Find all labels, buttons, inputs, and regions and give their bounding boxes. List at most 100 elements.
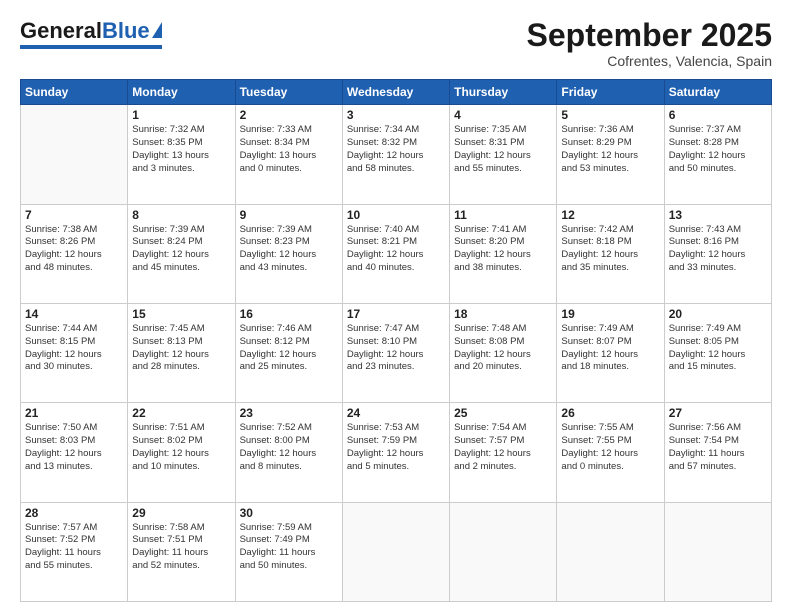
calendar-cell: 12 Sunrise: 7:42 AM Sunset: 8:18 PM Dayli… [557, 204, 664, 303]
cell-date-number: 5 [561, 108, 659, 122]
cell-date-number: 26 [561, 406, 659, 420]
cell-info-text: Sunrise: 7:41 AM Sunset: 8:20 PM Dayligh… [454, 224, 552, 275]
weekday-header-sunday: Sunday [21, 80, 128, 105]
logo: GeneralBlue [20, 18, 162, 49]
logo-triangle-icon [152, 22, 162, 38]
calendar-cell: 22Sunrise: 7:51 AM Sunset: 8:02 PM Dayli… [128, 403, 235, 502]
cell-date-number: 12 [561, 208, 659, 222]
weekday-header-monday: Monday [128, 80, 235, 105]
cell-date-number: 30 [240, 506, 338, 520]
cell-info-text: Sunrise: 7:38 AM Sunset: 8:26 PM Dayligh… [25, 224, 123, 275]
cell-info-text: Sunrise: 7:58 AM Sunset: 7:51 PM Dayligh… [132, 522, 230, 573]
calendar-cell: 15Sunrise: 7:45 AM Sunset: 8:13 PM Dayli… [128, 303, 235, 402]
cell-info-text: Sunrise: 7:56 AM Sunset: 7:54 PM Dayligh… [669, 422, 767, 473]
cell-info-text: Sunrise: 7:47 AM Sunset: 8:10 PM Dayligh… [347, 323, 445, 374]
cell-date-number: 27 [669, 406, 767, 420]
cell-info-text: Sunrise: 7:46 AM Sunset: 8:12 PM Dayligh… [240, 323, 338, 374]
calendar-cell [342, 502, 449, 601]
logo-blue: Blue [102, 18, 150, 43]
cell-info-text: Sunrise: 7:54 AM Sunset: 7:57 PM Dayligh… [454, 422, 552, 473]
cell-date-number: 14 [25, 307, 123, 321]
cell-info-text: Sunrise: 7:49 AM Sunset: 8:07 PM Dayligh… [561, 323, 659, 374]
calendar-cell: 2 Sunrise: 7:33 AM Sunset: 8:34 PM Daylig… [235, 105, 342, 204]
calendar-cell: 18Sunrise: 7:48 AM Sunset: 8:08 PM Dayli… [450, 303, 557, 402]
calendar-cell: 29 Sunrise: 7:58 AM Sunset: 7:51 PM Dayli… [128, 502, 235, 601]
calendar-cell [557, 502, 664, 601]
calendar-cell [664, 502, 771, 601]
calendar-week-row: 1Sunrise: 7:32 AM Sunset: 8:35 PM Daylig… [21, 105, 772, 204]
calendar-cell: 28 Sunrise: 7:57 AM Sunset: 7:52 PM Dayli… [21, 502, 128, 601]
header: GeneralBlue September 2025 Cofrentes, Va… [20, 18, 772, 69]
cell-info-text: Sunrise: 7:35 AM Sunset: 8:31 PM Dayligh… [454, 124, 552, 175]
calendar-cell: 23 Sunrise: 7:52 AM Sunset: 8:00 PM Dayli… [235, 403, 342, 502]
cell-date-number: 28 [25, 506, 123, 520]
weekday-header-friday: Friday [557, 80, 664, 105]
cell-info-text: Sunrise: 7:32 AM Sunset: 8:35 PM Dayligh… [132, 124, 230, 175]
cell-info-text: Sunrise: 7:37 AM Sunset: 8:28 PM Dayligh… [669, 124, 767, 175]
cell-info-text: Sunrise: 7:52 AM Sunset: 8:00 PM Dayligh… [240, 422, 338, 473]
page: GeneralBlue September 2025 Cofrentes, Va… [0, 0, 792, 612]
cell-date-number: 3 [347, 108, 445, 122]
calendar-cell [21, 105, 128, 204]
calendar-cell: 26Sunrise: 7:55 AM Sunset: 7:55 PM Dayli… [557, 403, 664, 502]
calendar-cell: 10 Sunrise: 7:40 AM Sunset: 8:21 PM Dayli… [342, 204, 449, 303]
weekday-header-tuesday: Tuesday [235, 80, 342, 105]
calendar-cell: 25Sunrise: 7:54 AM Sunset: 7:57 PM Dayli… [450, 403, 557, 502]
calendar-subtitle: Cofrentes, Valencia, Spain [527, 53, 772, 69]
calendar-cell: 13 Sunrise: 7:43 AM Sunset: 8:16 PM Dayli… [664, 204, 771, 303]
weekday-header-wednesday: Wednesday [342, 80, 449, 105]
cell-info-text: Sunrise: 7:33 AM Sunset: 8:34 PM Dayligh… [240, 124, 338, 175]
cell-info-text: Sunrise: 7:34 AM Sunset: 8:32 PM Dayligh… [347, 124, 445, 175]
calendar-title: September 2025 [527, 18, 772, 53]
cell-date-number: 15 [132, 307, 230, 321]
calendar-cell: 4Sunrise: 7:35 AM Sunset: 8:31 PM Daylig… [450, 105, 557, 204]
calendar-cell: 1Sunrise: 7:32 AM Sunset: 8:35 PM Daylig… [128, 105, 235, 204]
calendar-cell: 14 Sunrise: 7:44 AM Sunset: 8:15 PM Dayli… [21, 303, 128, 402]
calendar-week-row: 14 Sunrise: 7:44 AM Sunset: 8:15 PM Dayli… [21, 303, 772, 402]
cell-date-number: 10 [347, 208, 445, 222]
cell-date-number: 17 [347, 307, 445, 321]
cell-date-number: 18 [454, 307, 552, 321]
title-block: September 2025 Cofrentes, Valencia, Spai… [527, 18, 772, 69]
cell-date-number: 9 [240, 208, 338, 222]
calendar-cell: 3 Sunrise: 7:34 AM Sunset: 8:32 PM Daylig… [342, 105, 449, 204]
calendar-cell: 24Sunrise: 7:53 AM Sunset: 7:59 PM Dayli… [342, 403, 449, 502]
calendar-cell: 30Sunrise: 7:59 AM Sunset: 7:49 PM Dayli… [235, 502, 342, 601]
logo-text: GeneralBlue [20, 18, 150, 44]
cell-date-number: 23 [240, 406, 338, 420]
cell-info-text: Sunrise: 7:42 AM Sunset: 8:18 PM Dayligh… [561, 224, 659, 275]
calendar-week-row: 21 Sunrise: 7:50 AM Sunset: 8:03 PM Dayli… [21, 403, 772, 502]
cell-info-text: Sunrise: 7:57 AM Sunset: 7:52 PM Dayligh… [25, 522, 123, 573]
cell-date-number: 21 [25, 406, 123, 420]
calendar-cell [450, 502, 557, 601]
cell-info-text: Sunrise: 7:51 AM Sunset: 8:02 PM Dayligh… [132, 422, 230, 473]
cell-date-number: 16 [240, 307, 338, 321]
calendar-cell: 17 Sunrise: 7:47 AM Sunset: 8:10 PM Dayli… [342, 303, 449, 402]
cell-date-number: 2 [240, 108, 338, 122]
calendar-week-row: 28 Sunrise: 7:57 AM Sunset: 7:52 PM Dayli… [21, 502, 772, 601]
calendar-week-row: 7Sunrise: 7:38 AM Sunset: 8:26 PM Daylig… [21, 204, 772, 303]
calendar-cell: 8 Sunrise: 7:39 AM Sunset: 8:24 PM Daylig… [128, 204, 235, 303]
cell-info-text: Sunrise: 7:49 AM Sunset: 8:05 PM Dayligh… [669, 323, 767, 374]
calendar-cell: 21 Sunrise: 7:50 AM Sunset: 8:03 PM Dayli… [21, 403, 128, 502]
cell-info-text: Sunrise: 7:50 AM Sunset: 8:03 PM Dayligh… [25, 422, 123, 473]
cell-date-number: 20 [669, 307, 767, 321]
cell-info-text: Sunrise: 7:53 AM Sunset: 7:59 PM Dayligh… [347, 422, 445, 473]
cell-info-text: Sunrise: 7:40 AM Sunset: 8:21 PM Dayligh… [347, 224, 445, 275]
cell-date-number: 8 [132, 208, 230, 222]
weekday-header-saturday: Saturday [664, 80, 771, 105]
cell-info-text: Sunrise: 7:44 AM Sunset: 8:15 PM Dayligh… [25, 323, 123, 374]
cell-date-number: 13 [669, 208, 767, 222]
calendar-cell: 6 Sunrise: 7:37 AM Sunset: 8:28 PM Daylig… [664, 105, 771, 204]
cell-info-text: Sunrise: 7:39 AM Sunset: 8:24 PM Dayligh… [132, 224, 230, 275]
calendar-table: SundayMondayTuesdayWednesdayThursdayFrid… [20, 79, 772, 602]
cell-info-text: Sunrise: 7:39 AM Sunset: 8:23 PM Dayligh… [240, 224, 338, 275]
cell-date-number: 6 [669, 108, 767, 122]
calendar-cell: 19Sunrise: 7:49 AM Sunset: 8:07 PM Dayli… [557, 303, 664, 402]
calendar-cell: 16 Sunrise: 7:46 AM Sunset: 8:12 PM Dayli… [235, 303, 342, 402]
cell-info-text: Sunrise: 7:43 AM Sunset: 8:16 PM Dayligh… [669, 224, 767, 275]
logo-general: General [20, 18, 102, 43]
weekday-header-thursday: Thursday [450, 80, 557, 105]
calendar-cell: 11Sunrise: 7:41 AM Sunset: 8:20 PM Dayli… [450, 204, 557, 303]
cell-date-number: 29 [132, 506, 230, 520]
